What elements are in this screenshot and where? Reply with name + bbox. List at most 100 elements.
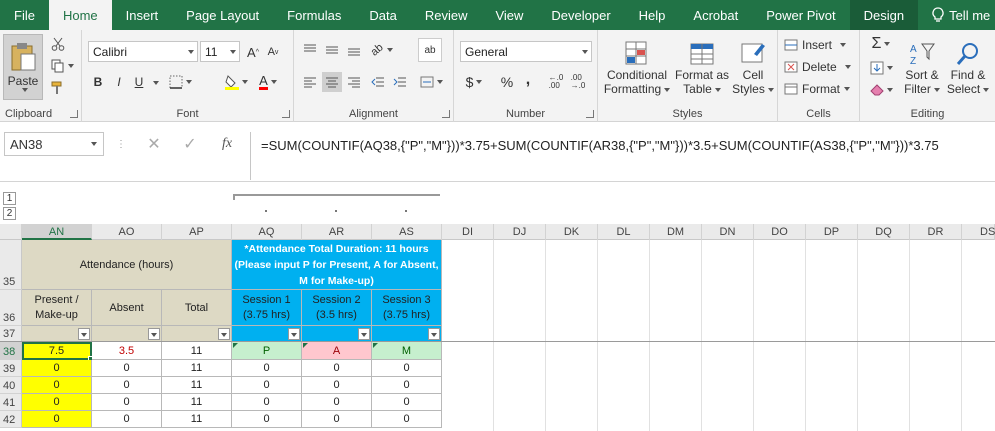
tab-file[interactable]: File bbox=[0, 0, 49, 30]
cell-aq42[interactable]: 0 bbox=[232, 411, 302, 428]
underline-button[interactable]: U bbox=[130, 72, 148, 92]
cell-aq38[interactable]: P bbox=[232, 342, 302, 360]
format-painter-button[interactable] bbox=[48, 78, 68, 98]
cell-as40[interactable]: 0 bbox=[372, 377, 442, 394]
cell-ar38[interactable]: A bbox=[302, 342, 372, 360]
cell-as42[interactable]: 0 bbox=[372, 411, 442, 428]
cut-button[interactable] bbox=[48, 34, 68, 54]
column-header-ds[interactable]: DS bbox=[962, 224, 995, 240]
merge-center-button[interactable] bbox=[416, 72, 446, 92]
tab-review[interactable]: Review bbox=[411, 0, 482, 30]
row-header-38[interactable]: 38 bbox=[0, 342, 22, 360]
clear-button[interactable] bbox=[866, 80, 896, 100]
clipboard-dialog-launcher[interactable] bbox=[70, 110, 78, 118]
cell-ao42[interactable]: 0 bbox=[92, 411, 162, 428]
align-center-button[interactable] bbox=[322, 72, 342, 92]
formula-input[interactable]: =SUM(COUNTIF(AQ38,{"P","M"}))*3.75+SUM(C… bbox=[250, 132, 995, 180]
column-header-dn[interactable]: DN bbox=[702, 224, 754, 240]
cell-an42[interactable]: 0 bbox=[22, 411, 92, 428]
cell-as39[interactable]: 0 bbox=[372, 360, 442, 377]
column-header-dp[interactable]: DP bbox=[806, 224, 858, 240]
column-header-dm[interactable]: DM bbox=[650, 224, 702, 240]
outline-level-1-button[interactable]: 1 bbox=[3, 192, 16, 205]
cell-ap41[interactable]: 11 bbox=[162, 394, 232, 411]
filter-dropdown-an[interactable] bbox=[78, 328, 90, 340]
font-color-button[interactable]: A bbox=[254, 72, 282, 92]
increase-decimal-button[interactable]: ←.0.00 bbox=[546, 72, 566, 92]
increase-indent-button[interactable] bbox=[390, 72, 410, 92]
align-right-button[interactable] bbox=[344, 72, 364, 92]
column-header-aq[interactable]: AQ bbox=[232, 224, 302, 240]
cell-ap39[interactable]: 11 bbox=[162, 360, 232, 377]
cell-an40[interactable]: 0 bbox=[22, 377, 92, 394]
percent-style-button[interactable]: % bbox=[498, 72, 516, 92]
tab-insert[interactable]: Insert bbox=[112, 0, 173, 30]
tab-design[interactable]: Design bbox=[849, 0, 919, 30]
align-top-button[interactable] bbox=[300, 40, 320, 60]
column-header-dk[interactable]: DK bbox=[546, 224, 598, 240]
comma-style-button[interactable]: , bbox=[520, 70, 536, 90]
format-as-table-button[interactable]: Format as Table bbox=[674, 34, 730, 102]
delete-cells-button[interactable]: Delete bbox=[784, 58, 856, 76]
copy-button[interactable] bbox=[48, 56, 76, 76]
select-all-corner[interactable] bbox=[0, 224, 22, 240]
column-header-ap[interactable]: AP bbox=[162, 224, 232, 240]
absent-header[interactable]: Absent bbox=[92, 290, 162, 326]
column-header-as[interactable]: AS bbox=[372, 224, 442, 240]
cell-styles-button[interactable]: Cell Styles bbox=[732, 34, 774, 102]
borders-button[interactable] bbox=[166, 72, 194, 92]
row-header-39[interactable]: 39 bbox=[0, 360, 22, 377]
column-header-dq[interactable]: DQ bbox=[858, 224, 910, 240]
cell-ao40[interactable]: 0 bbox=[92, 377, 162, 394]
cell-ao39[interactable]: 0 bbox=[92, 360, 162, 377]
cell-ar42[interactable]: 0 bbox=[302, 411, 372, 428]
session-2-header[interactable]: Session 2 (3.5 hrs) bbox=[302, 290, 372, 326]
name-box-dropdown-icon[interactable] bbox=[91, 142, 97, 146]
column-header-do[interactable]: DO bbox=[754, 224, 806, 240]
accounting-format-button[interactable]: $ bbox=[460, 72, 488, 92]
font-name-select[interactable]: Calibri bbox=[88, 41, 198, 62]
filter-dropdown-aq[interactable] bbox=[288, 328, 300, 340]
attendance-hours-header[interactable]: Attendance (hours) bbox=[22, 240, 232, 290]
present-makeup-header[interactable]: Present / Make-up bbox=[22, 290, 92, 326]
column-header-dl[interactable]: DL bbox=[598, 224, 650, 240]
session-1-header[interactable]: Session 1 (3.75 hrs) bbox=[232, 290, 302, 326]
column-header-dj[interactable]: DJ bbox=[494, 224, 546, 240]
align-middle-button[interactable] bbox=[322, 40, 342, 60]
empty-grid-area[interactable] bbox=[442, 240, 995, 431]
row-header-37[interactable]: 37 bbox=[0, 326, 22, 342]
font-dialog-launcher[interactable] bbox=[282, 110, 290, 118]
tell-me-search[interactable]: Tell me bbox=[918, 0, 995, 30]
confirm-entry-button[interactable]: ✓ bbox=[178, 134, 202, 154]
cell-ar41[interactable]: 0 bbox=[302, 394, 372, 411]
align-bottom-button[interactable] bbox=[344, 40, 364, 60]
name-box[interactable]: AN38 bbox=[4, 132, 104, 156]
column-header-dr[interactable]: DR bbox=[910, 224, 962, 240]
cell-as38[interactable]: M bbox=[372, 342, 442, 360]
cell-ap42[interactable]: 11 bbox=[162, 411, 232, 428]
orientation-button[interactable]: ab bbox=[368, 40, 396, 60]
tab-developer[interactable]: Developer bbox=[537, 0, 624, 30]
format-cells-button[interactable]: Format bbox=[784, 80, 856, 98]
insert-function-button[interactable]: fx bbox=[214, 134, 240, 154]
find-select-button[interactable]: Find & Select bbox=[946, 34, 990, 102]
outline-level-2-button[interactable]: 2 bbox=[3, 207, 16, 220]
column-header-an[interactable]: AN bbox=[22, 224, 92, 240]
total-duration-header[interactable]: *Attendance Total Duration: 11 hours (Pl… bbox=[232, 240, 442, 290]
tab-home[interactable]: Home bbox=[48, 0, 112, 30]
row-header-36[interactable]: 36 bbox=[0, 290, 22, 326]
italic-button[interactable]: I bbox=[110, 72, 128, 92]
column-header-ao[interactable]: AO bbox=[92, 224, 162, 240]
row-header-40[interactable]: 40 bbox=[0, 377, 22, 394]
decrease-decimal-button[interactable]: .00 →.0 bbox=[568, 72, 588, 92]
tab-power-pivot[interactable]: Power Pivot bbox=[752, 0, 849, 30]
tab-formulas[interactable]: Formulas bbox=[273, 0, 355, 30]
bold-button[interactable]: B bbox=[88, 72, 108, 92]
session-3-header[interactable]: Session 3 (3.75 hrs) bbox=[372, 290, 442, 326]
decrease-font-size-button[interactable]: Av bbox=[264, 43, 282, 61]
insert-cells-button[interactable]: Insert bbox=[784, 36, 856, 54]
conditional-formatting-button[interactable]: Conditional Formatting bbox=[602, 34, 672, 102]
tab-acrobat[interactable]: Acrobat bbox=[679, 0, 752, 30]
cell-aq41[interactable]: 0 bbox=[232, 394, 302, 411]
column-header-di[interactable]: DI bbox=[442, 224, 494, 240]
